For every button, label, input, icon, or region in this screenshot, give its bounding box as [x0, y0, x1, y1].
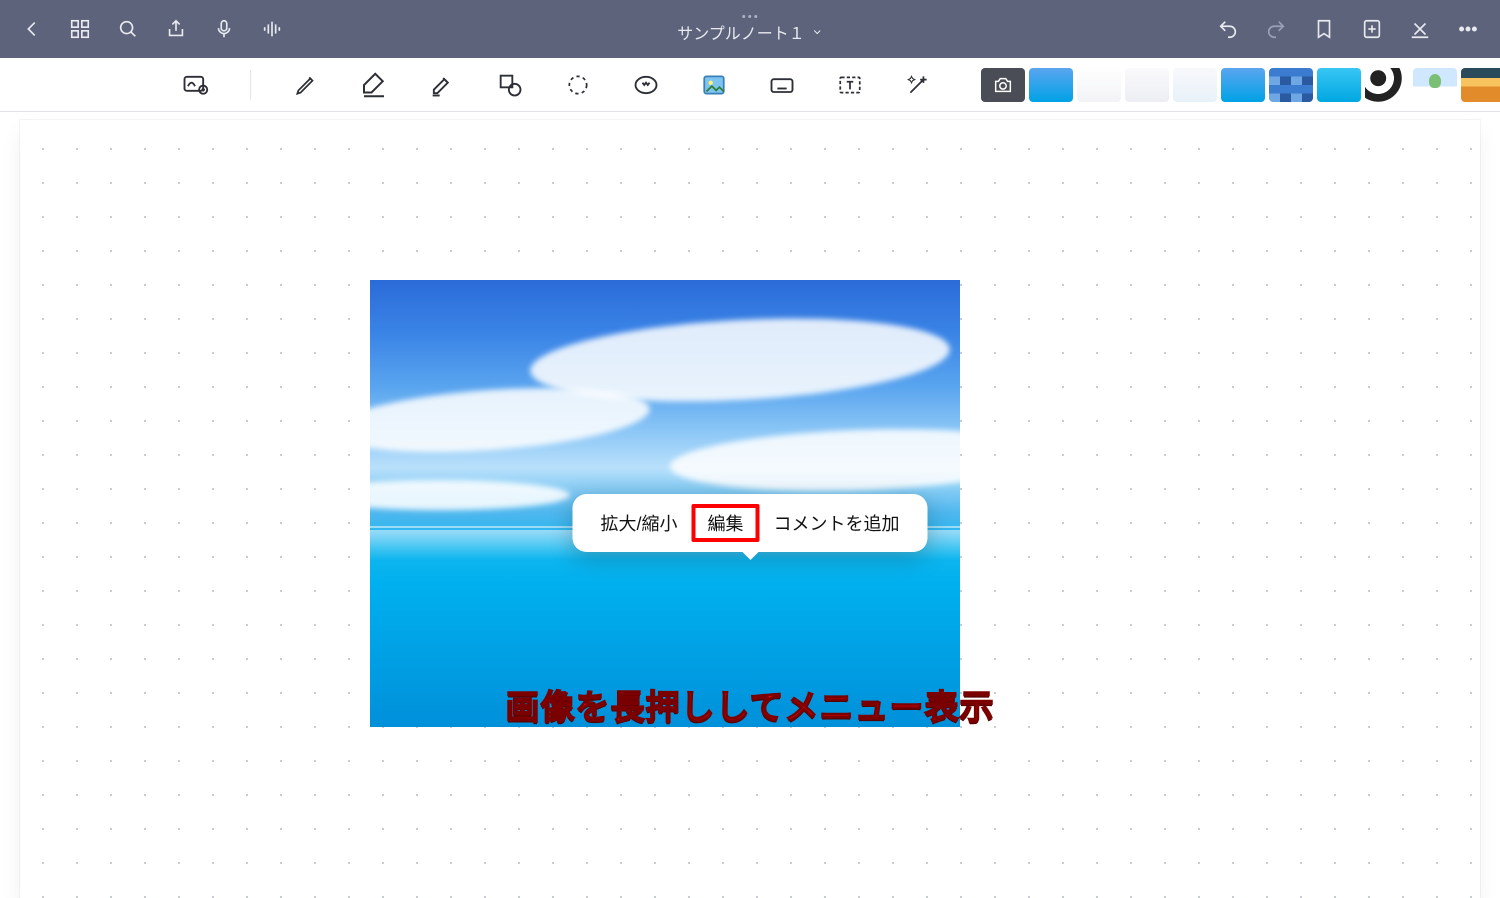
note-page[interactable]: 拡大/縮小 編集 コメントを追加 画像を長押ししてメニュー表示: [20, 120, 1480, 898]
search-icon[interactable]: [116, 17, 140, 41]
camera-button[interactable]: [981, 68, 1025, 102]
grid-icon[interactable]: [68, 17, 92, 41]
more-icon[interactable]: [1456, 17, 1480, 41]
eraser-tool[interactable]: [357, 68, 391, 102]
image-tool[interactable]: [697, 68, 731, 102]
highlighter-tool[interactable]: [425, 68, 459, 102]
undo-icon[interactable]: [1216, 17, 1240, 41]
thumb-8[interactable]: [1365, 68, 1409, 102]
divider: [250, 70, 251, 100]
image-context-menu: 拡大/縮小 編集 コメントを追加: [572, 494, 927, 552]
add-page-icon[interactable]: [1360, 17, 1384, 41]
text-box-tool[interactable]: [833, 68, 867, 102]
menu-item-zoom[interactable]: 拡大/縮小: [586, 506, 691, 540]
thumb-6[interactable]: [1269, 68, 1313, 102]
microphone-icon[interactable]: [212, 17, 236, 41]
document-title-area[interactable]: サンプルノート１: [677, 15, 823, 44]
sticker-tool[interactable]: [629, 68, 663, 102]
chevron-down-icon: [811, 26, 823, 38]
top-nav-right: [1196, 17, 1500, 41]
top-nav-left: [0, 17, 304, 41]
annotation-text: 画像を長押ししてメニュー表示: [506, 680, 995, 729]
close-editing-icon[interactable]: [1408, 17, 1432, 41]
drag-handle-icon: [743, 15, 758, 18]
thumb-10[interactable]: [1461, 68, 1500, 102]
thumb-1[interactable]: [1029, 68, 1073, 102]
top-nav-bar: サンプルノート１: [0, 0, 1500, 58]
menu-item-add-comment[interactable]: コメントを追加: [760, 506, 914, 540]
zoom-write-tool[interactable]: [178, 68, 212, 102]
magic-tool[interactable]: [901, 68, 935, 102]
bookmark-icon[interactable]: [1312, 17, 1336, 41]
back-icon[interactable]: [20, 17, 44, 41]
tool-group: [150, 68, 963, 102]
thumb-7[interactable]: [1317, 68, 1361, 102]
keyboard-tool[interactable]: [765, 68, 799, 102]
thumb-5[interactable]: [1221, 68, 1265, 102]
share-icon[interactable]: [164, 17, 188, 41]
menu-item-edit[interactable]: 編集: [692, 504, 760, 542]
shape-tool[interactable]: [493, 68, 527, 102]
tool-bar: [0, 58, 1500, 112]
audio-wave-icon[interactable]: [260, 17, 284, 41]
lasso-tool[interactable]: [561, 68, 595, 102]
thumb-9[interactable]: [1413, 68, 1457, 102]
document-title: サンプルノート１: [677, 20, 805, 44]
thumb-4[interactable]: [1173, 68, 1217, 102]
thumb-3[interactable]: [1125, 68, 1169, 102]
image-picker-strip: [981, 68, 1500, 102]
canvas-area[interactable]: 拡大/縮小 編集 コメントを追加 画像を長押ししてメニュー表示: [0, 112, 1500, 898]
thumb-2[interactable]: [1077, 68, 1121, 102]
pen-tool[interactable]: [289, 68, 323, 102]
redo-icon[interactable]: [1264, 17, 1288, 41]
